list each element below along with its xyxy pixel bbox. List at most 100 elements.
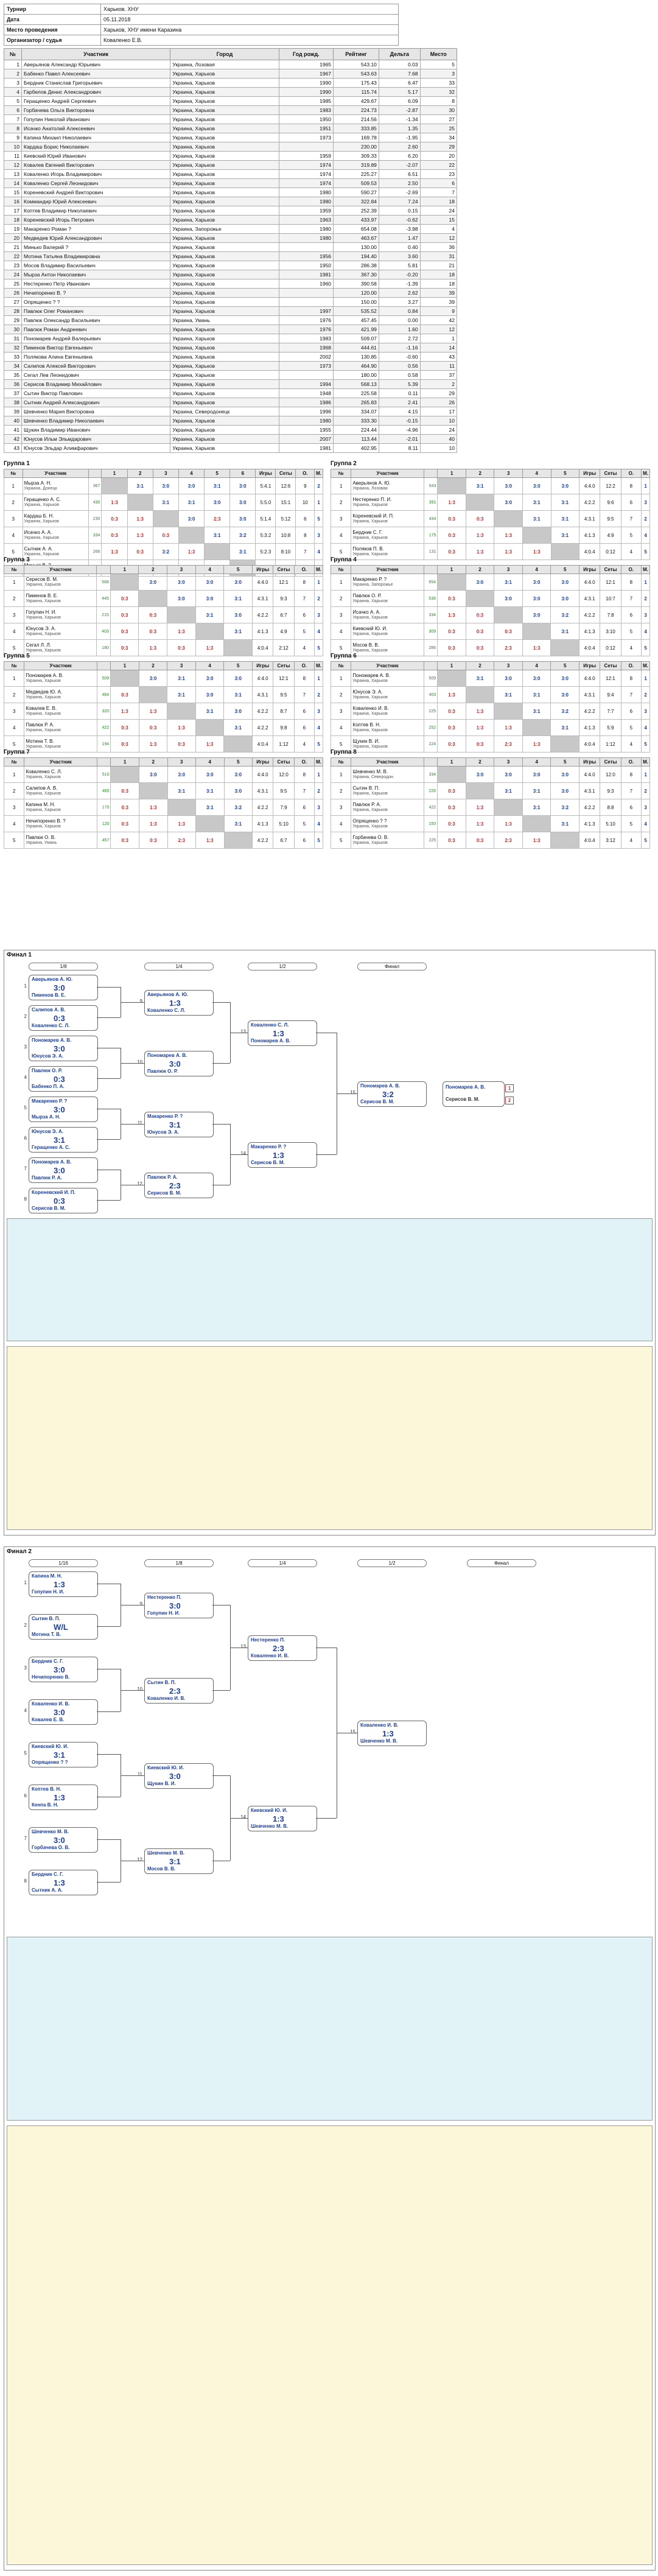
group-score: 3:2 [550,703,580,720]
player-cell: 36 [4,379,22,389]
group-place: 2 [641,590,650,607]
player-cell: 543.10 [333,60,379,69]
match-player-1: Коптев В. Н. [32,1786,61,1792]
group-player-name: Нестеренко П. И. [352,497,392,502]
round-header: 1/2 [248,963,317,970]
player-cell: 27 [419,114,458,124]
group-player-rating: 334 [88,527,102,544]
group-player-name: Пономарев А. В. [352,673,391,678]
group-player-city: Украина, Харьков [24,536,59,540]
match-number: 6 [24,1793,27,1799]
player-cell: Кардаш Борис Николаевич [21,142,171,152]
group-score: 3:0 [223,574,253,591]
group-games: 4:1.3 [251,623,274,640]
group-games: 4:2.2 [579,494,601,511]
group-header-row: № Участник 1 2 3 4 5 Игры Сеты О. М. [3,757,323,767]
player-row: 25 Нестеренко Петр Иванович Украина, Харьк… [4,279,458,289]
group-col-header: 4 [178,469,205,478]
group-games: 4:3.1 [579,686,601,703]
player-cell: 5 [419,60,458,69]
group-place: 2 [641,782,650,799]
final-2-title: Финал 2 [7,1548,32,1555]
group-player-name: Павлюк Р. А. [26,722,54,728]
player-cell: Украина, Харьков [170,416,279,426]
group-row-number: 4 [3,815,25,832]
group-col-header: 5 [223,565,253,574]
match-box: 9 Нестеренко П. 3:0 Гопупин Н. И. [140,1593,214,1618]
player-cell: 40 [4,416,22,426]
group-col-header: № [3,757,25,767]
group-col-header: Игры [252,757,274,767]
player-cell: Павлюк Олег Романович [21,306,171,316]
bracket-line [316,1818,337,1819]
group-score: 3:0 [550,590,580,607]
bracket-line [316,1154,337,1155]
group-score: 0:3 [437,719,466,736]
group-score: 1:3 [522,832,551,849]
group-score: 1:3 [138,815,168,832]
group-player-name: Салипов А. В. [26,785,58,791]
group-title: Группа 6 [331,653,357,659]
player-cell: 115.74 [333,87,379,97]
match-number: 10 [137,1059,142,1065]
group-sets: 12:1 [273,670,295,687]
match-player-2: Павлюк О. Р. [147,1069,178,1074]
match-box: 14 Киевский Ю. И. 1:3 Шевченко М. В. [240,1806,317,1831]
group-points: 6 [620,799,642,816]
group-col-header: О. [620,757,642,767]
match-player-2: Пономарев А. В. [251,1038,291,1044]
bracket-line [97,1882,121,1883]
round-header: 1/2 [357,1559,427,1567]
group-row-number: 3 [3,703,25,720]
group-games: 5:5.0 [255,494,276,511]
info-row: Место проведения Харьков, ХНУ имени Караз… [4,24,399,35]
player-row: 18 Кореневский Игорь Петрович Украина, Хар… [4,215,458,225]
round-header: 1/4 [144,963,214,970]
group-player: Кардаш Б. Н. Украина, Харьков [22,510,89,527]
group-score: 0:3 [138,719,168,736]
group-score: 1:3 [138,799,168,816]
group-row-number: 2 [4,494,23,511]
bracket-line [97,1017,121,1018]
group-score: 1:3 [465,815,495,832]
player-cell: 130.85 [333,352,379,362]
match-number: 5 [24,1105,27,1111]
final-2-consolation-panel [7,1937,653,2121]
match-number: 13 [240,1029,246,1034]
group-sets: 9:8 [273,719,295,736]
group-place: 5 [314,510,323,527]
player-row: 26 Нечипоренко В. ? Украина, Харьков 120.00… [4,288,458,298]
group-self-cell [522,815,551,832]
player-cell: Салипов Алексей Викторович [21,361,171,371]
group-col-header: Сеты [600,565,621,574]
group-col-header: 1 [437,757,466,767]
player-cell: Юнусов Ильм Эльмдарович [21,434,171,444]
group-points: 6 [293,703,315,720]
match-score: 3:0 [169,1601,181,1610]
match-score: 3:0 [169,1772,181,1781]
group-row-number: 1 [3,574,25,591]
bracket-line [212,1002,230,1003]
group-sets: 5:10 [600,815,621,832]
final-2-bracket: Финал 2 1/16 1/8 1/4 1/2 Финал 1 Капина М. Н. 1… [4,1546,656,2571]
group-self-cell [110,574,139,591]
group-score: 3:1 [550,527,580,544]
group-games: 4:3.1 [579,510,601,527]
player-row: 16 Коммандир Юрий Алексеевич Украина, Харь… [4,197,458,206]
group-sets: 7:7 [600,703,621,720]
group-place: 3 [641,799,650,816]
group-score: 3:1 [195,703,225,720]
player-cell: 9 [4,133,22,142]
player-cell: 1974 [278,178,334,188]
group-row: 2 Медведев Ю. А. Украина, Харьков 464 0:3 3:1… [3,686,323,703]
group-col-header [423,661,438,670]
group-player: Юнусов Э. А. Украина, Харьков [351,686,424,703]
group-score: 1:3 [437,686,466,703]
group-row-number: 1 [330,766,352,783]
player-cell: 113.44 [333,434,379,444]
player-cell: 1976 [278,315,334,325]
match-box: 4 Коваленко И. В. 3:0 Ковалев Е. В. [24,1699,98,1725]
group-player-name: Юнусов Э. А. [26,626,56,631]
group-score: 3:1 [167,670,196,687]
group-row-number: 1 [330,477,352,494]
